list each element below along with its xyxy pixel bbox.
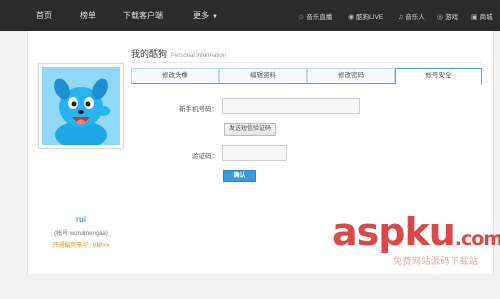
nav-home[interactable]: 首页 [36,10,52,21]
headphones-icon: ♫ [398,14,404,21]
avatar[interactable] [42,67,120,149]
gamepad-icon: ◎ [437,14,444,21]
mascot-avatar-image [42,67,120,149]
tab-change-password[interactable]: 修改密码 [307,68,395,83]
phone-label: 新手机号码： [179,106,218,113]
watermark-ku: ku [404,210,455,254]
nav-shop[interactable]: ▣ 商城 [471,11,493,21]
nav-kugou-live-label: 酷狗LIVE [356,14,384,21]
star-icon: ☆ [298,14,305,21]
watermark-subtitle: 免费网站源码下载站 [393,256,479,266]
nav-kugou-live[interactable]: ◉ 酷狗LIVE [348,11,383,21]
tab-edit-profile[interactable]: 编辑资料 [219,68,307,83]
nav-charts[interactable]: 榜单 [80,10,96,21]
nav-musician-label: 音乐人 [405,14,425,21]
tab-account-security[interactable]: 帐号安全 [395,68,482,85]
watermark-asp: asp [332,210,405,254]
profile-card: rui (帐号:worulmengaa) 开通酷狗豪华 VIP>> [38,63,124,299]
nav-games[interactable]: ◎ 游戏 [437,11,458,21]
top-nav-bar: 首页 榜单 下载客户端 更多 ▼ ☆ 音乐直播 ◉ 酷狗LIVE ♫ 音乐人 ◎ 游戏 ▣… [0,0,500,31]
nav-games-label: 游戏 [445,14,459,21]
avatar-frame [38,63,124,149]
shop-icon: ▣ [471,14,478,21]
username: rui [75,215,87,224]
settings-tabs: 修改头像 编辑资料 修改密码 帐号安全 [131,68,482,85]
vip-upgrade-link[interactable]: 开通酷狗豪华 VIP>> [38,240,124,249]
watermark-dotcom: .com [454,228,500,250]
send-sms-code-button[interactable]: 发送短信验证码 [224,123,276,136]
confirm-button[interactable]: 确认 [223,170,256,182]
live-icon: ◉ [348,14,355,21]
section-subtitle: Personal information [171,53,227,59]
new-phone-input[interactable] [222,98,360,114]
nav-shop-label: 商城 [479,14,493,21]
nav-music-live[interactable]: ☆ 音乐直播 [298,11,332,21]
verification-code-input[interactable] [222,145,287,161]
nav-more-label: 更多 [193,11,209,20]
section-title: 我的酷狗 Personal information [131,47,226,60]
chevron-down-icon: ▼ [212,14,218,20]
vip-tag: VIP>> [92,243,110,249]
nav-more[interactable]: 更多 ▼ [193,10,218,21]
tab-edit-avatar[interactable]: 修改头像 [131,68,219,83]
vip-upgrade-text: 开通酷狗豪华 [52,243,89,249]
nav-music-live-label: 音乐直播 [306,14,333,21]
title-divider [131,62,483,63]
section-title-text: 我的酷狗 [131,49,168,59]
nav-musician[interactable]: ♫ 音乐人 [398,11,425,21]
code-label: 验证码： [192,153,218,160]
account-id: (帐号:worulmengaa) [54,231,108,237]
nav-download-client[interactable]: 下载客户端 [123,10,163,21]
watermark-logo: aspku.com [332,213,500,258]
